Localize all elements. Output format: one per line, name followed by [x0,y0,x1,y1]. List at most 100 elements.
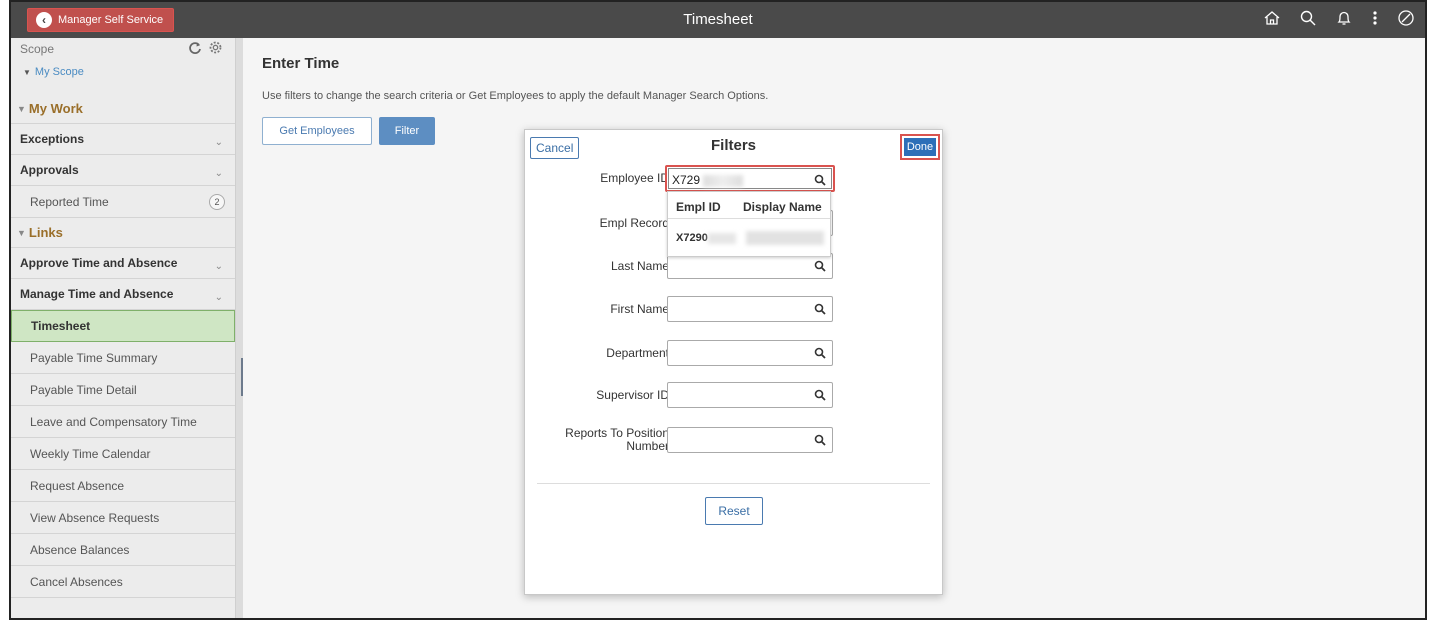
actions-menu-icon[interactable] [1371,9,1379,27]
get-employees-button[interactable]: Get Employees [262,117,372,145]
modal-title: Filters [710,137,756,154]
search-icon[interactable] [1299,9,1317,27]
app-frame: ‹ Manager Self Service Timesheet Scope ▼… [9,0,1427,620]
links-label: Links [28,225,63,240]
sidebar-item-absence-balances[interactable]: Absence Balances [11,534,235,566]
sidebar-item-label: Approvals [20,163,79,177]
sidebar-item-cancel-absences[interactable]: Cancel Absences [11,566,235,598]
home-icon[interactable] [1263,9,1281,27]
header-actions [1263,9,1415,27]
search-icon[interactable] [814,347,826,359]
redacted-text [746,231,824,245]
sidebar-item-request-absence[interactable]: Request Absence [11,470,235,502]
first-name-field[interactable] [667,296,833,322]
sidebar-item-timesheet[interactable]: Timesheet [11,310,235,342]
links-heading[interactable]: ▼ Links [11,218,235,248]
refresh-icon[interactable] [188,41,202,58]
my-work-heading[interactable]: ▼ My Work [11,94,235,124]
employee-id-field[interactable]: X729 [665,165,835,192]
chevron-down-icon: ⌄ [214,260,223,272]
search-icon[interactable] [814,260,826,272]
gear-icon[interactable] [208,40,223,58]
my-scope-link[interactable]: ▼ My Scope [23,66,84,78]
employee-id-value: X729 [672,173,744,187]
back-button[interactable]: ‹ Manager Self Service [27,8,175,32]
supervisor-id-label: Supervisor ID [596,388,669,402]
count-badge: 2 [209,193,225,210]
sidebar: Scope ▼ My Scope ▼ My Work Exceptions ⌄ Ap… [11,38,235,618]
caret-down-icon: ▼ [17,227,26,238]
navbar-icon[interactable] [1397,9,1415,27]
sidebar-item-label: Exceptions [20,132,85,146]
instructions-text: Use filters to change the search criteri… [262,90,769,102]
search-icon[interactable] [814,174,826,186]
dropdown-col-display-name: Display Name [743,200,822,214]
sidebar-item-manage-time[interactable]: Manage Time and Absence ⌄ [11,279,235,310]
chevron-left-icon: ‹ [36,12,52,28]
department-label: Department [606,346,669,360]
employee-id-prompt-dropdown: Empl ID Display Name X7290 [667,191,831,257]
chevron-down-icon: ⌄ [214,291,223,303]
employee-id-label: Employee ID [600,171,669,185]
sidebar-item-approvals[interactable]: Approvals ⌄ [11,155,235,186]
caret-down-icon: ▼ [17,103,26,114]
chevron-down-icon: ⌄ [214,136,223,148]
scope-actions [188,40,223,58]
my-work-label: My Work [28,101,83,116]
sidebar-item-label: View Absence Requests [30,510,160,525]
dropdown-col-empl-id: Empl ID [676,200,721,214]
search-icon[interactable] [814,434,826,446]
sidebar-item-label: Payable Time Summary [30,350,158,365]
sidebar-divider[interactable] [235,38,243,618]
sidebar-item-label: Payable Time Detail [30,382,137,397]
filters-modal: Cancel Filters Done Employee ID X729 Emp… [524,129,943,595]
department-field[interactable] [667,340,833,366]
empl-record-label: Empl Record [599,216,669,230]
done-button[interactable]: Done [904,138,936,156]
caret-down-icon: ▼ [23,68,31,77]
sidebar-item-label: Request Absence [30,478,125,493]
sidebar-item-reported-time[interactable]: Reported Time 2 [11,186,235,218]
reports-to-position-label: Reports To Position Number [565,426,669,453]
search-icon[interactable] [814,303,826,315]
modal-divider [537,483,930,484]
sidebar-item-label: Weekly Time Calendar [30,446,151,461]
reset-button[interactable]: Reset [705,497,763,525]
sidebar-item-leave-comp-time[interactable]: Leave and Compensatory Time [11,406,235,438]
sidebar-item-label: Timesheet [31,319,91,333]
sidebar-item-label: Approve Time and Absence [20,256,178,270]
reports-to-position-field[interactable] [667,427,833,453]
section-heading: Enter Time [262,55,340,72]
first-name-label: First Name [610,302,669,316]
sidebar-item-label: Leave and Compensatory Time [30,414,197,429]
filter-button[interactable]: Filter [379,117,435,145]
done-button-highlight: Done [900,134,940,160]
sidebar-item-label: Absence Balances [30,542,130,557]
sidebar-item-label: Manage Time and Absence [20,287,174,301]
scope-label: Scope [20,42,55,56]
redacted-text [703,174,744,187]
top-bar: ‹ Manager Self Service Timesheet [11,2,1425,38]
last-name-label: Last Name [610,259,669,273]
dropdown-row[interactable]: X7290 [668,219,830,257]
search-icon[interactable] [814,389,826,401]
sidebar-item-label: Cancel Absences [30,574,123,589]
chevron-down-icon: ⌄ [214,167,223,179]
employee-id-text: X729 [672,173,701,187]
scope-section: Scope ▼ My Scope [11,38,235,94]
sidebar-item-approve-time[interactable]: Approve Time and Absence ⌄ [11,248,235,279]
sidebar-item-label: Reported Time [30,194,109,209]
sidebar-item-view-absence-requests[interactable]: View Absence Requests [11,502,235,534]
sidebar-item-payable-time-summary[interactable]: Payable Time Summary [11,342,235,374]
cancel-button[interactable]: Cancel [530,137,580,159]
page-title: Timesheet [683,11,753,28]
sidebar-item-payable-time-detail[interactable]: Payable Time Detail [11,374,235,406]
my-scope-label: My Scope [34,66,84,78]
redacted-text [708,233,736,244]
notification-icon[interactable] [1335,9,1353,27]
back-button-label: Manager Self Service [58,14,164,26]
supervisor-id-field[interactable] [667,382,833,408]
dropdown-row-empl-id: X7290 [676,232,708,244]
sidebar-item-weekly-calendar[interactable]: Weekly Time Calendar [11,438,235,470]
sidebar-item-exceptions[interactable]: Exceptions ⌄ [11,124,235,155]
